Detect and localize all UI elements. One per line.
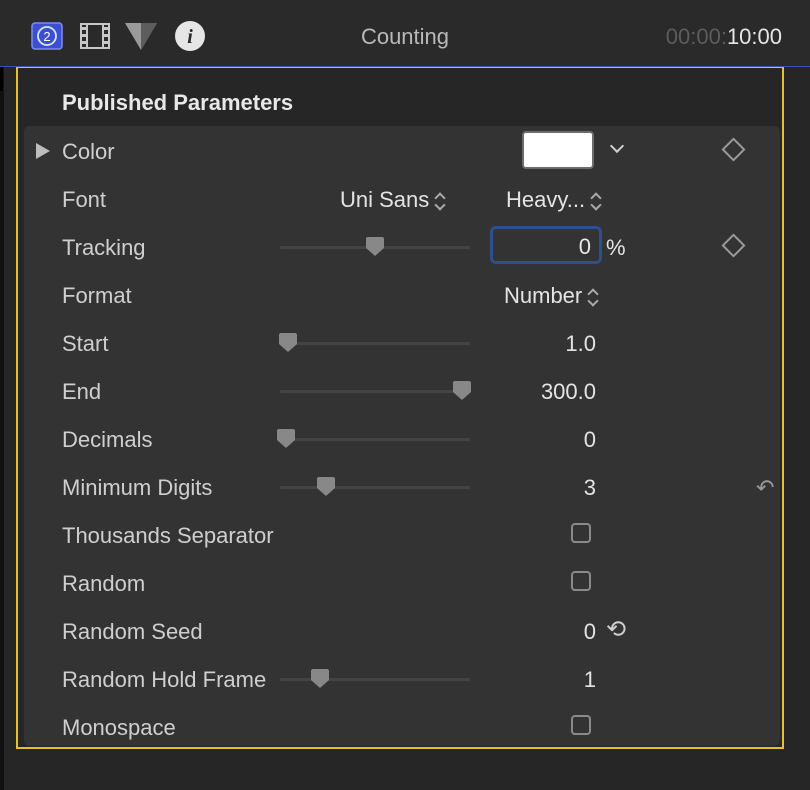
param-row-random-hold-frame: Random Hold Frame 1 — [0, 655, 810, 703]
tracking-value-field[interactable]: 0 — [490, 226, 602, 264]
param-label: Thousands Separator — [62, 523, 274, 548]
tracking-unit: % — [606, 235, 626, 260]
disclosure-triangle-icon[interactable] — [36, 143, 50, 159]
decimals-value[interactable]: 0 — [584, 427, 596, 453]
random-hold-frame-value[interactable]: 1 — [584, 667, 596, 693]
param-row-start: Start 1.0 — [0, 319, 810, 367]
random-hold-frame-slider[interactable] — [280, 669, 470, 688]
param-label: Minimum Digits — [62, 475, 213, 500]
format-value: Number — [504, 283, 583, 308]
reset-arrow-icon[interactable]: ↶ — [756, 475, 774, 501]
param-row-tracking: Tracking 0 % — [0, 223, 810, 271]
param-row-monospace: Monospace — [0, 703, 810, 751]
duration-timecode: 00:00:10:00 — [666, 24, 782, 50]
param-label: Font — [62, 187, 107, 212]
param-label: Start — [62, 331, 109, 356]
timecode-value: 10:00 — [726, 24, 782, 49]
left-edge-dark — [0, 67, 3, 91]
monospace-checkbox[interactable] — [571, 715, 591, 735]
color-swatch[interactable] — [522, 131, 594, 169]
end-slider[interactable] — [280, 381, 472, 400]
param-label: Monospace — [62, 715, 176, 740]
minimum-digits-value[interactable]: 3 — [584, 475, 596, 501]
timecode-leading: 00:00: — [665, 24, 727, 49]
font-family-popup[interactable]: Uni Sans — [340, 187, 445, 213]
keyframe-diamond-icon[interactable] — [721, 137, 746, 162]
start-slider[interactable] — [278, 333, 470, 352]
param-row-font: Font Uni Sans Heavy... — [0, 175, 810, 223]
param-label: Decimals — [62, 427, 153, 452]
param-row-end: End 300.0 — [0, 367, 810, 415]
param-label: Random — [62, 571, 146, 596]
param-label: Random Hold Frame — [62, 667, 267, 692]
param-row-thousands-separator: Thousands Separator — [0, 511, 810, 559]
param-row-decimals: Decimals 0 — [0, 415, 810, 463]
chevron-down-icon[interactable] — [609, 138, 625, 154]
param-row-color: Color — [0, 127, 810, 175]
keyframe-diamond-icon[interactable] — [721, 233, 746, 258]
inspector-toolbar: 2 i Counting 00:00:10:00 — [0, 0, 810, 66]
start-value[interactable]: 1.0 — [565, 331, 596, 357]
format-popup[interactable]: Number — [504, 283, 598, 309]
param-row-minimum-digits: Minimum Digits 3 ↶ — [0, 463, 810, 511]
decimals-slider[interactable] — [276, 429, 470, 448]
param-label: Format — [62, 283, 132, 308]
random-checkbox[interactable] — [571, 571, 591, 591]
regenerate-seed-icon[interactable]: ⟲ — [606, 615, 626, 644]
param-row-random-seed: Random Seed 0 ⟲ — [0, 607, 810, 655]
end-value[interactable]: 300.0 — [541, 379, 596, 405]
font-style-value: Heavy... — [506, 187, 586, 212]
thousands-separator-checkbox[interactable] — [571, 523, 591, 543]
param-row-format: Format Number — [0, 271, 810, 319]
section-title: Published Parameters — [62, 90, 294, 115]
up-down-arrows-icon — [588, 288, 598, 306]
up-down-arrows-icon — [591, 192, 601, 210]
font-family-value: Uni Sans — [340, 187, 430, 212]
up-down-arrows-icon — [435, 192, 445, 210]
tracking-value: 0 — [578, 234, 591, 259]
param-row-random: Random — [0, 559, 810, 607]
param-label: End — [62, 379, 102, 404]
minimum-digits-slider[interactable] — [280, 477, 470, 496]
random-seed-value[interactable]: 0 — [584, 619, 596, 645]
param-label: Tracking — [62, 235, 146, 260]
font-style-popup[interactable]: Heavy... — [506, 187, 601, 213]
tracking-slider[interactable] — [280, 237, 470, 256]
param-label: Random Seed — [62, 619, 203, 644]
param-label: Color — [62, 139, 115, 164]
